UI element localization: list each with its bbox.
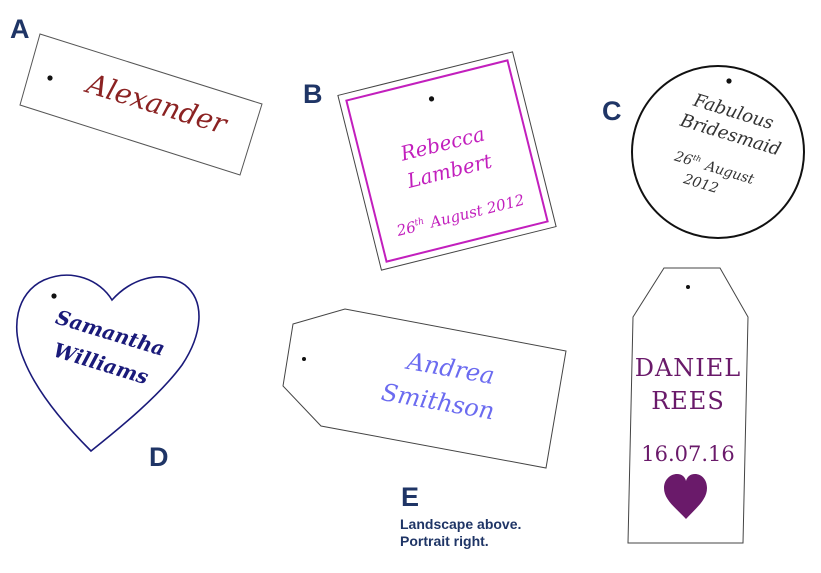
tag-f-hole: [686, 285, 690, 289]
orientation-note: Landscape above. Portrait right.: [400, 516, 521, 550]
tag-c: Fabulous Bridesmaid 26thAugust 2012: [631, 65, 805, 239]
tag-b: Rebecca Lambert 26th August 2012: [337, 51, 557, 271]
tag-a: Alexander: [19, 33, 263, 176]
tag-f-line1: DANIEL: [635, 354, 742, 382]
orientation-note-line1: Landscape above.: [400, 516, 522, 532]
tag-d-hole: [51, 293, 57, 299]
tag-e-hole: [302, 357, 306, 361]
tag-e: Andrea Smithson: [282, 308, 567, 469]
tag-c-hole: [726, 78, 732, 84]
tag-f: DANIEL REES 16.07.16: [627, 267, 749, 544]
tag-d: Samantha Williams: [15, 274, 200, 453]
gift-tag-examples: A B C D E Alexander Rebecca Lambert 26th…: [0, 0, 821, 573]
tag-f-line2: REES: [651, 387, 725, 415]
tag-a-hole: [47, 75, 53, 81]
tags-canvas: Alexander Rebecca Lambert 26th August 201…: [15, 33, 805, 544]
orientation-note-line2: Portrait right.: [400, 533, 489, 549]
tag-f-date: 16.07.16: [641, 442, 735, 466]
